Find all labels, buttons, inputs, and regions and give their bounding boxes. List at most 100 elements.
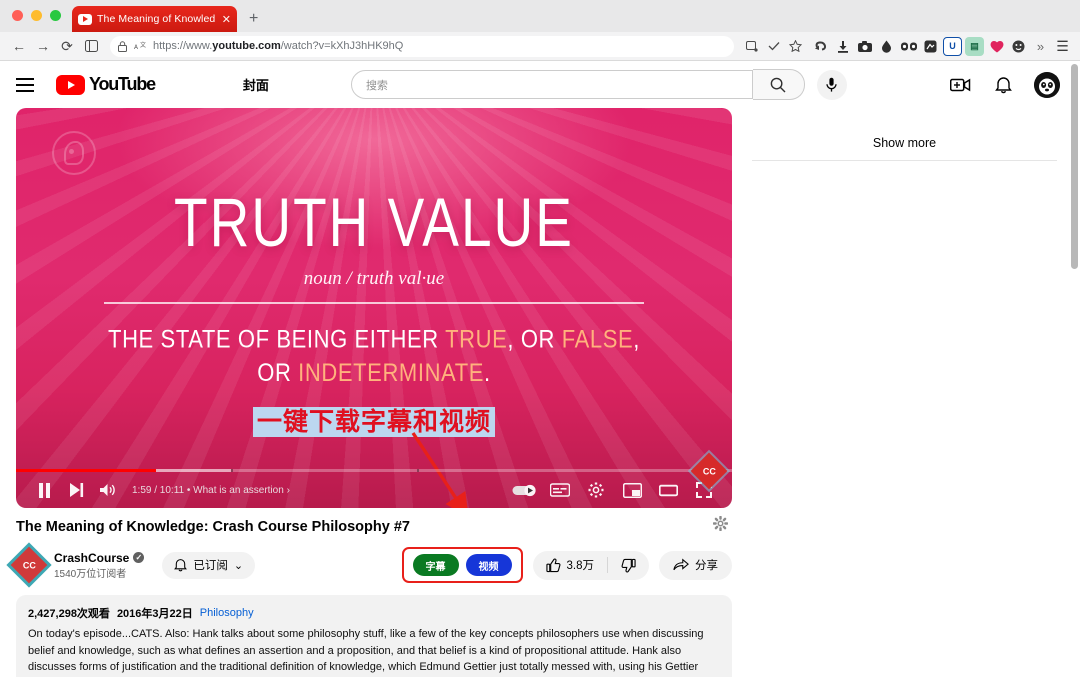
browser-tab-active[interactable]: The Meaning of Knowledge: Cra ✕ bbox=[72, 6, 237, 32]
search-button[interactable] bbox=[752, 69, 805, 100]
video-overlay-title: TRUTH VALUE bbox=[174, 183, 574, 261]
youtube-masthead: YouTube 封面 搜索 bbox=[0, 61, 1080, 108]
description-tag[interactable]: Philosophy bbox=[200, 607, 254, 619]
hamburger-icon[interactable] bbox=[16, 73, 40, 97]
next-video-icon[interactable] bbox=[60, 475, 92, 505]
pocket-heart-icon[interactable] bbox=[987, 37, 1006, 56]
shield-blue-icon[interactable]: U bbox=[943, 36, 962, 56]
channel-name-row[interactable]: CrashCourse ✓ bbox=[54, 550, 145, 565]
channel-info: CrashCourse ✓ 1540万位订阅者 bbox=[54, 550, 145, 580]
gear-icon[interactable] bbox=[713, 516, 728, 531]
search-icon bbox=[771, 77, 786, 92]
sidebar-toggle-button[interactable] bbox=[80, 35, 102, 57]
definition-part-5: . bbox=[484, 358, 491, 387]
glasses-icon[interactable] bbox=[899, 37, 918, 56]
browser-menu-icon[interactable]: ☰ bbox=[1053, 37, 1072, 56]
save-green-icon[interactable]: ▤ bbox=[965, 36, 984, 56]
description-body: On today's episode...CATS. Also: Hank ta… bbox=[28, 628, 704, 674]
dislike-button[interactable] bbox=[608, 558, 649, 573]
lock-icon bbox=[118, 40, 127, 52]
close-window-button[interactable] bbox=[12, 10, 23, 21]
search-input[interactable]: 搜索 bbox=[350, 70, 753, 99]
thumbs-up-icon bbox=[545, 558, 560, 572]
primary-column: TRUTH VALUE noun / truth val·ue THE STAT… bbox=[10, 108, 732, 677]
browser-window: The Meaning of Knowledge: Cra ✕ + ← → ⟳ … bbox=[0, 0, 1080, 677]
voice-search-button[interactable] bbox=[816, 69, 847, 100]
channel-avatar-text: CC bbox=[22, 560, 36, 570]
definition-part-3: , bbox=[633, 325, 640, 354]
like-button[interactable]: 3.8万 bbox=[533, 557, 608, 573]
definition-true: TRUE bbox=[445, 325, 508, 354]
time-and-chapter: 1:59 / 10:11 • What is an assertion › bbox=[132, 485, 290, 496]
volume-icon[interactable] bbox=[92, 475, 124, 505]
new-tab-button[interactable]: + bbox=[249, 10, 258, 28]
share-label: 分享 bbox=[695, 560, 718, 572]
annotation-text: 一键下载字幕和视频 bbox=[252, 407, 495, 437]
download-subtitle-button[interactable]: 字幕 bbox=[412, 554, 459, 576]
window-traffic-lights bbox=[12, 10, 61, 21]
bell-icon bbox=[174, 559, 188, 572]
back-button[interactable]: ← bbox=[8, 35, 30, 57]
reading-mode-icon[interactable] bbox=[742, 37, 761, 56]
water-drop-icon[interactable] bbox=[877, 37, 896, 56]
youtube-favicon bbox=[78, 13, 92, 25]
download-icon[interactable] bbox=[833, 37, 852, 56]
channel-and-actions-row: CC CrashCourse ✓ 1540万位订阅者 已订阅 ⌄ 字幕 视频 3… bbox=[10, 546, 732, 584]
smiley-icon[interactable] bbox=[1009, 37, 1028, 56]
show-more-button[interactable]: Show more bbox=[752, 122, 1057, 160]
browser-tab-strip: The Meaning of Knowledge: Cra ✕ + bbox=[0, 0, 1080, 32]
panda-avatar[interactable] bbox=[1034, 71, 1060, 98]
svg-text:文: 文 bbox=[140, 41, 146, 49]
definition-false: FALSE bbox=[561, 325, 634, 354]
bell-icon[interactable] bbox=[992, 74, 1014, 96]
time-display: 1:59 / 10:11 bbox=[132, 484, 185, 496]
chapter-title[interactable]: What is an assertion bbox=[193, 485, 284, 496]
theater-mode-icon[interactable] bbox=[652, 475, 684, 505]
chevrons-right-icon[interactable]: » bbox=[1031, 37, 1050, 56]
like-dislike-group: 3.8万 bbox=[532, 550, 649, 580]
video-player[interactable]: TRUTH VALUE noun / truth val·ue THE STAT… bbox=[16, 108, 732, 508]
settings-gear-icon[interactable] bbox=[580, 475, 612, 505]
country-label: 封面 bbox=[242, 78, 269, 93]
share-button[interactable]: 分享 bbox=[659, 550, 732, 580]
address-bar[interactable]: ᴀ文 https://www.youtube.com/watch?v=kXhJ3… bbox=[110, 35, 734, 57]
scrollbar-thumb[interactable] bbox=[1071, 64, 1078, 269]
like-count: 3.8万 bbox=[566, 560, 595, 572]
url-text: https://www.youtube.com/watch?v=kXhJ3hHK… bbox=[153, 40, 404, 52]
subscribe-button[interactable]: 已订阅 ⌄ bbox=[162, 551, 256, 579]
download-video-button[interactable]: 视频 bbox=[465, 554, 512, 576]
bookmark-star-icon[interactable] bbox=[786, 37, 805, 56]
youtube-logo-text: YouTube bbox=[89, 74, 156, 94]
miniplayer-icon[interactable] bbox=[616, 475, 648, 505]
page-scrollbar[interactable] bbox=[1071, 64, 1078, 677]
channel-avatar[interactable]: CC bbox=[10, 546, 48, 584]
page-content: TRUTH VALUE noun / truth val·ue THE STAT… bbox=[0, 108, 1080, 677]
definition-part-1: THE STATE OF BEING EITHER bbox=[108, 325, 446, 354]
pause-icon[interactable] bbox=[28, 475, 60, 505]
camera-icon[interactable] bbox=[855, 37, 874, 56]
overlay-divider bbox=[104, 302, 644, 304]
youtube-logo[interactable]: YouTube bbox=[56, 74, 156, 95]
omnibox-actions bbox=[742, 37, 805, 56]
minimize-window-button[interactable] bbox=[31, 10, 42, 21]
chevron-down-icon: ⌄ bbox=[233, 559, 244, 572]
chapter-arrow: › bbox=[286, 484, 290, 496]
video-description[interactable]: 2,427,298次观看 2016年3月22日 Philosophy On to… bbox=[16, 595, 732, 677]
create-video-icon[interactable] bbox=[950, 74, 972, 96]
reload-button[interactable]: ⟳ bbox=[56, 35, 78, 57]
translate-icon[interactable]: ᴀ文 bbox=[134, 41, 146, 51]
maximize-window-button[interactable] bbox=[50, 10, 61, 21]
subtitles-icon[interactable] bbox=[544, 475, 576, 505]
forward-button[interactable]: → bbox=[32, 35, 54, 57]
channel-name: CrashCourse bbox=[54, 550, 130, 565]
autoplay-toggle[interactable] bbox=[508, 475, 540, 505]
pbs-watermark-icon bbox=[52, 131, 96, 175]
video-info-section: The Meaning of Knowledge: Crash Course P… bbox=[10, 508, 732, 677]
undo-arrow-icon[interactable] bbox=[811, 37, 830, 56]
puzzle-icon[interactable] bbox=[921, 37, 940, 56]
masthead-actions bbox=[950, 71, 1064, 98]
subscriber-count: 1540万位订阅者 bbox=[54, 568, 127, 580]
close-tab-button[interactable]: ✕ bbox=[220, 13, 231, 26]
search-area: 搜索 bbox=[350, 69, 847, 100]
check-icon[interactable] bbox=[764, 37, 783, 56]
